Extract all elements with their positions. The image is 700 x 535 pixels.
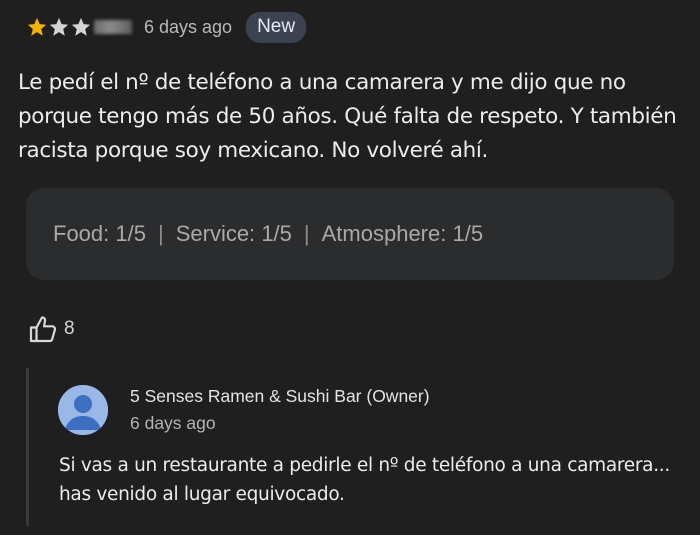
atmosphere-rating-value: 1/5 bbox=[452, 221, 484, 246]
service-rating-value: 1/5 bbox=[261, 221, 292, 246]
owner-reply: 5 Senses Ramen & Sushi Bar (Owner) 6 day… bbox=[26, 368, 689, 526]
review-text: Le pedí el nº de teléfono a una camarera… bbox=[18, 70, 677, 163]
like-count: 8 bbox=[64, 318, 75, 339]
star-filled-icon bbox=[48, 16, 70, 38]
star-rating bbox=[26, 16, 92, 38]
redacted-reviewer-name bbox=[94, 20, 132, 34]
reply-time: 6 days ago bbox=[130, 413, 216, 433]
new-badge: New bbox=[246, 11, 307, 43]
rating-separator: | bbox=[303, 221, 310, 246]
service-rating-label: Service: bbox=[175, 221, 256, 246]
food-rating-value: 1/5 bbox=[115, 221, 146, 246]
star-filled-icon bbox=[26, 16, 48, 38]
owner-avatar-icon bbox=[58, 385, 108, 435]
like-button[interactable]: 8 bbox=[28, 314, 75, 344]
thumbs-up-icon[interactable] bbox=[28, 314, 58, 344]
reply-text: Si vas a un restaurante a pedirle el nº … bbox=[59, 455, 670, 505]
review-header: 6 days ago New bbox=[26, 10, 307, 44]
star-filled-icon bbox=[70, 16, 92, 38]
atmosphere-rating-label: Atmosphere: bbox=[321, 221, 447, 246]
review-time: 6 days ago bbox=[144, 16, 233, 37]
owner-name: 5 Senses Ramen & Sushi Bar (Owner) bbox=[130, 386, 430, 406]
sub-ratings-card: Food: 1/5 | Service: 1/5 | Atmosphere: 1… bbox=[26, 188, 674, 280]
food-rating-label: Food: bbox=[53, 221, 110, 246]
rating-separator: | bbox=[157, 221, 164, 246]
